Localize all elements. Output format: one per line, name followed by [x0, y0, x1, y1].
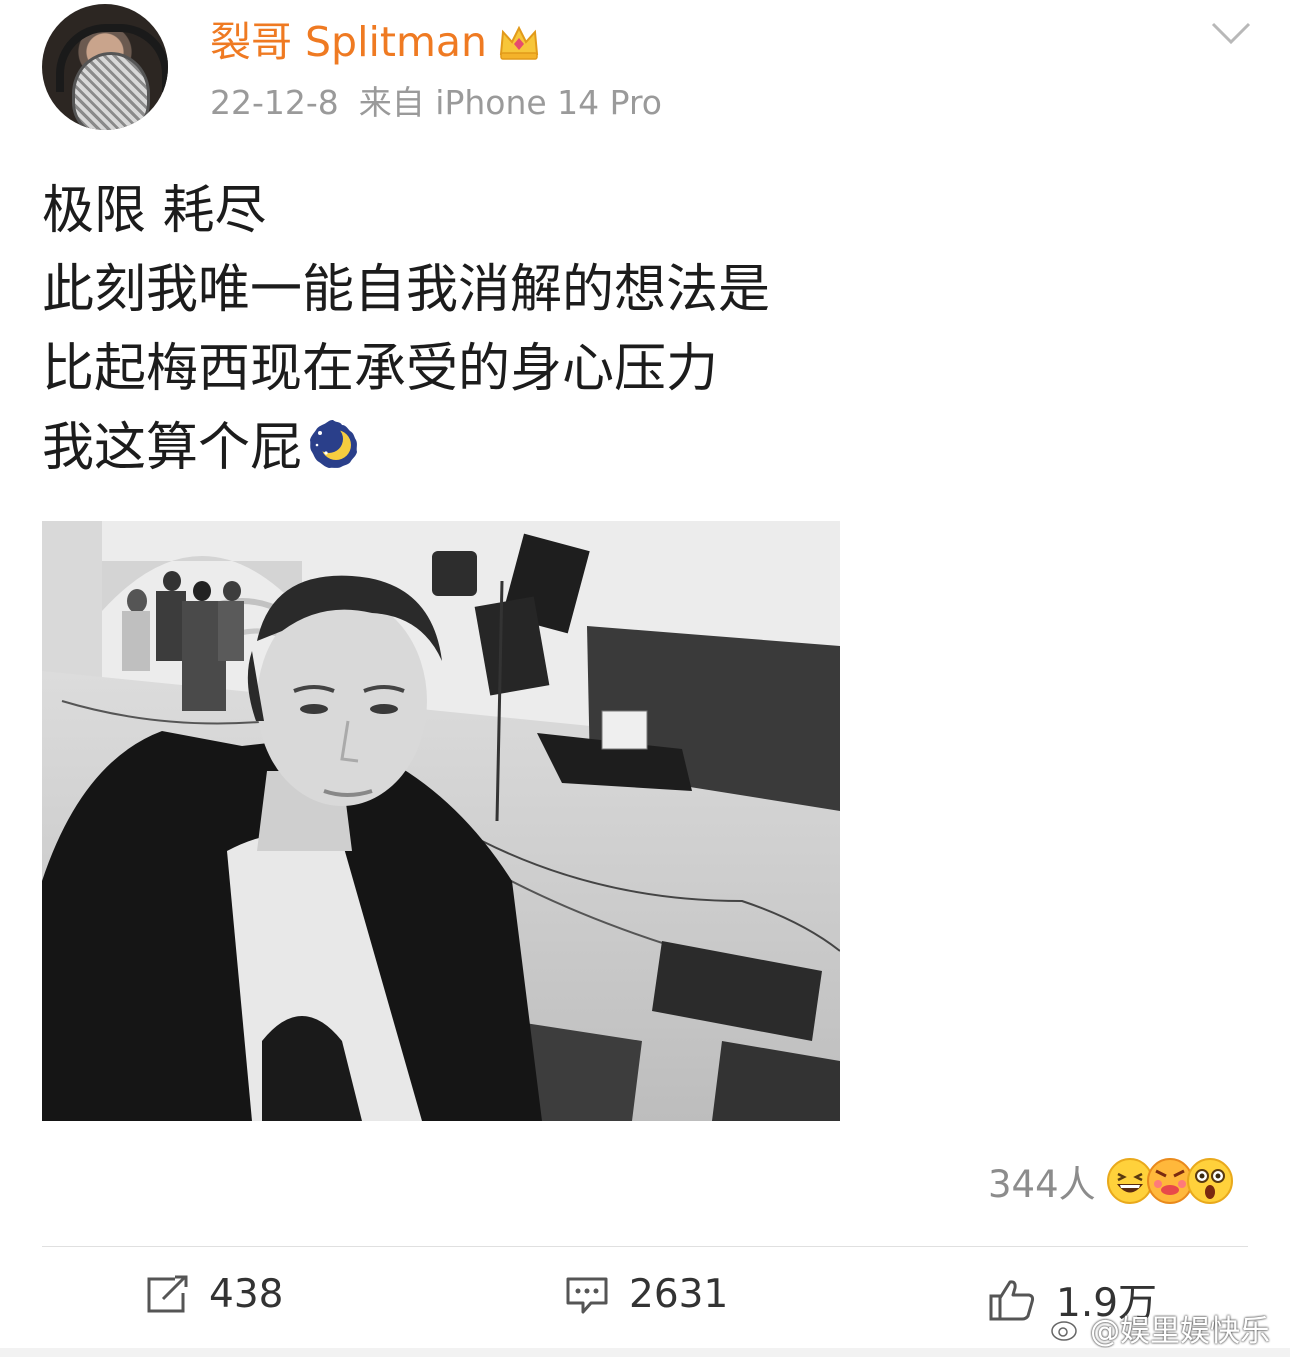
moon-emoji-icon [310, 420, 358, 468]
avatar[interactable] [42, 4, 168, 130]
watermark-text: @娱里娱快乐 [1090, 1314, 1270, 1349]
divider [42, 1246, 1248, 1247]
post-date: 22-12-8 [210, 83, 339, 122]
post-text-line: 极限 耗尽 [42, 181, 267, 241]
microphone-graphic [72, 52, 150, 130]
post-photo[interactable] [42, 521, 840, 1121]
photo-grayscale-selfie [42, 521, 840, 1121]
bottom-separator [0, 1348, 1290, 1357]
like-icon [989, 1280, 1035, 1321]
surprised-emoji-icon [1186, 1158, 1233, 1204]
post-text-line: 我这算个屁 [42, 418, 303, 478]
author-name-row[interactable]: 裂哥 Splitman [210, 18, 541, 66]
repost-icon [147, 1275, 188, 1312]
chevron-down-icon[interactable] [1210, 18, 1252, 48]
post-text-line-with-emoji: 我这算个屁 [42, 409, 1242, 488]
comment-count: 2631 [629, 1272, 729, 1317]
post-meta: 22-12-8 来自 iPhone 14 Pro [210, 82, 662, 124]
weibo-logo-icon [1051, 1316, 1083, 1341]
author-name[interactable]: 裂哥 Splitman [210, 18, 487, 66]
comment-button[interactable]: 2631 [565, 1272, 728, 1317]
repost-count: 438 [209, 1272, 284, 1317]
crown-icon [499, 25, 539, 60]
reaction-count: 344人 [988, 1163, 1096, 1206]
reaction-summary[interactable]: 344人 [988, 1154, 1234, 1208]
watermark: @娱里娱快乐 [1050, 1306, 1270, 1350]
post-source: 来自 iPhone 14 Pro [358, 83, 663, 122]
repost-button[interactable]: 438 [145, 1272, 283, 1317]
post-text-line: 此刻我唯一能自我消解的想法是 [42, 260, 771, 320]
comment-icon [566, 1277, 608, 1313]
post-body: 极限 耗尽 此刻我唯一能自我消解的想法是 比起梅西现在承受的身心压力 我这算个屁 [42, 172, 1242, 488]
post-text-line: 比起梅西现在承受的身心压力 [42, 339, 719, 399]
